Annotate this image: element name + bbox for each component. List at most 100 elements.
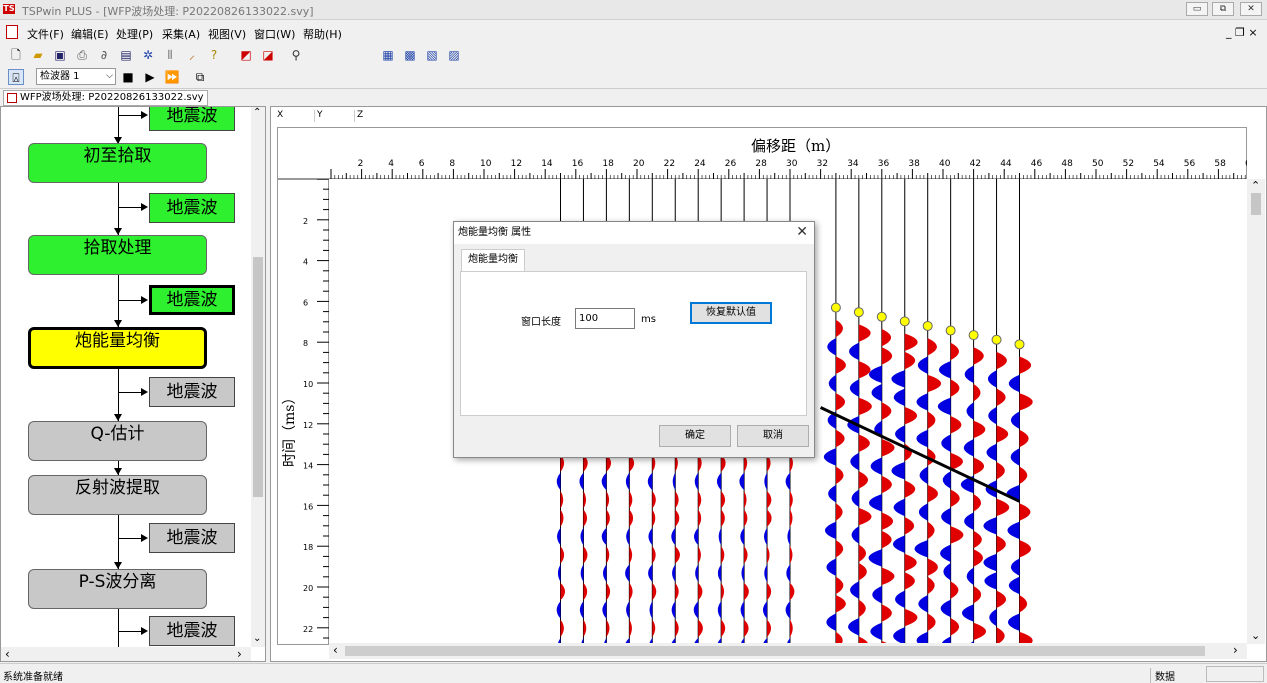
close-button[interactable]: ✕ [1240, 2, 1262, 16]
view-mode-3-icon[interactable]: ▧ [424, 47, 440, 63]
negative-lobe [868, 365, 882, 383]
document-icon[interactable] [6, 25, 18, 39]
positive-lobe [858, 361, 871, 379]
import-icon[interactable]: ◩ [238, 47, 254, 63]
window-icon[interactable]: ▤ [118, 47, 134, 63]
stop-icon[interactable]: ■ [120, 69, 136, 85]
receiver-mode-icon[interactable]: ⍓ [8, 69, 24, 85]
negative-lobe [649, 601, 653, 619]
cancel-button[interactable]: 取消 [737, 425, 809, 447]
pick-tool-icon[interactable]: ⸝ [184, 47, 200, 63]
save-icon[interactable]: ▣ [52, 47, 68, 63]
minimize-button[interactable]: ▭ [1186, 2, 1208, 16]
positive-lobe [858, 397, 872, 416]
positive-lobe [927, 485, 938, 503]
seismic-wave-output[interactable]: 地震波 [149, 377, 235, 407]
menu-window[interactable]: 窗口(W) [254, 26, 295, 42]
scroll-left-icon[interactable]: ‹ [5, 647, 10, 661]
menu-acquire[interactable]: 采集(A) [162, 26, 200, 42]
print-icon[interactable]: ⎙ [74, 47, 90, 63]
bars-icon[interactable]: ⦀ [162, 47, 178, 63]
restore-defaults-button[interactable]: 恢复默认值 [690, 302, 772, 324]
window-length-input[interactable]: 100 [575, 308, 635, 329]
seismic-wave-output[interactable]: 地震波 [149, 616, 235, 646]
scroll-thumb[interactable] [1251, 193, 1261, 215]
flow-node-ps-separation[interactable]: P-S波分离 [28, 569, 207, 609]
flow-node-first-break-picking[interactable]: 初至拾取 [28, 143, 207, 183]
positive-lobe [904, 351, 916, 370]
arrow-right-icon [141, 388, 148, 396]
scroll-down-icon[interactable]: ⌄ [253, 633, 261, 644]
positive-lobe [744, 546, 748, 564]
flow-connector [118, 207, 142, 208]
scroll-right-icon[interactable]: › [1233, 643, 1238, 657]
negative-lobe [648, 527, 653, 546]
negative-lobe [764, 564, 768, 582]
ok-button[interactable]: 确定 [659, 425, 731, 447]
scroll-down-icon[interactable]: ⌄ [1251, 629, 1260, 642]
positive-lobe [583, 619, 587, 637]
menu-view[interactable]: 视图(V) [208, 26, 246, 42]
x-axis-title: 偏移距（m） [751, 137, 841, 155]
flow-node-q-estimation[interactable]: Q-估计 [28, 421, 207, 461]
copy-icon[interactable]: ⧉ [192, 69, 208, 85]
positive-lobe [881, 512, 894, 530]
view-mode-4-icon[interactable]: ▨ [446, 47, 462, 63]
negative-lobe [870, 457, 882, 475]
help-pointer-icon[interactable]: ? [206, 47, 222, 63]
positive-lobe [858, 434, 870, 452]
open-folder-icon[interactable]: ▰ [30, 47, 46, 63]
fast-forward-icon[interactable]: ⏩ [164, 69, 180, 85]
x-tick-label: 26 [725, 159, 737, 169]
negative-lobe [964, 365, 974, 383]
x-tick-label: 8 [449, 159, 455, 169]
dialog-close-icon[interactable]: ✕ [796, 224, 808, 240]
new-file-icon[interactable]: 🗋 [8, 47, 24, 63]
seismic-wave-output[interactable]: 地震波 [149, 523, 235, 553]
y-tick-label: 18 [303, 543, 313, 552]
plot-vertical-scrollbar[interactable]: ⌃ ⌄ [1247, 179, 1265, 644]
mdi-controls[interactable]: _ ❐ × [1226, 26, 1258, 39]
tab-shot-energy-balance[interactable]: 炮能量均衡 [461, 249, 525, 271]
seismic-wave-output[interactable]: 地震波 [149, 107, 235, 131]
restore-button[interactable]: ⧉ [1212, 2, 1234, 16]
negative-lobe [893, 388, 905, 406]
link-icon[interactable]: ∂ [96, 47, 112, 63]
scroll-thumb[interactable] [345, 646, 1205, 656]
seismic-wave-output[interactable]: 地震波 [149, 193, 235, 223]
network-icon[interactable]: ✲ [140, 47, 156, 63]
document-tab[interactable]: WFP波场处理: P20220826133022.svy [3, 90, 208, 106]
menu-edit[interactable]: 编辑(E) [71, 26, 109, 42]
positive-lobe [767, 546, 770, 564]
positive-lobe [881, 475, 892, 494]
flow-node-shot-energy-balance[interactable]: 炮能量均衡 [28, 327, 207, 369]
flow-connector [118, 631, 142, 632]
menu-file[interactable]: 文件(F) [27, 26, 64, 42]
negative-lobe [983, 517, 997, 535]
scroll-right-icon[interactable]: › [237, 647, 242, 661]
view-mode-1-icon[interactable]: ▦ [380, 47, 396, 63]
flow-node-reflection-extraction[interactable]: 反射波提取 [28, 475, 207, 515]
export-icon[interactable]: ◪ [260, 47, 276, 63]
scroll-up-icon[interactable]: ⌃ [253, 107, 261, 118]
menu-help[interactable]: 帮助(H) [303, 26, 342, 42]
y-tick-label: 20 [303, 584, 313, 593]
workflow-vertical-scrollbar[interactable]: ⌃ ⌄ [251, 107, 265, 647]
y-tick-label: 4 [303, 258, 308, 267]
negative-lobe [625, 472, 630, 491]
menu-process[interactable]: 处理(P) [116, 26, 153, 42]
negative-lobe [849, 379, 859, 397]
first-break-pick-marker [968, 330, 979, 341]
scroll-left-icon[interactable]: ‹ [333, 643, 338, 657]
zoom-icon[interactable]: ⚲ [288, 47, 304, 63]
scroll-thumb[interactable] [253, 257, 263, 497]
scroll-up-icon[interactable]: ⌃ [1251, 179, 1260, 192]
receiver-select[interactable]: 检波器 1 ⌵ [36, 68, 116, 85]
play-icon[interactable]: ▶ [142, 69, 158, 85]
plot-horizontal-scrollbar[interactable]: ‹ › [329, 643, 1247, 659]
view-mode-2-icon[interactable]: ▩ [402, 47, 418, 63]
workflow-horizontal-scrollbar[interactable]: ‹ › [1, 647, 251, 661]
flow-node-pick-processing[interactable]: 拾取处理 [28, 235, 207, 275]
flow-connector [118, 538, 142, 539]
seismic-wave-output-selected[interactable]: 地震波 [149, 285, 235, 315]
